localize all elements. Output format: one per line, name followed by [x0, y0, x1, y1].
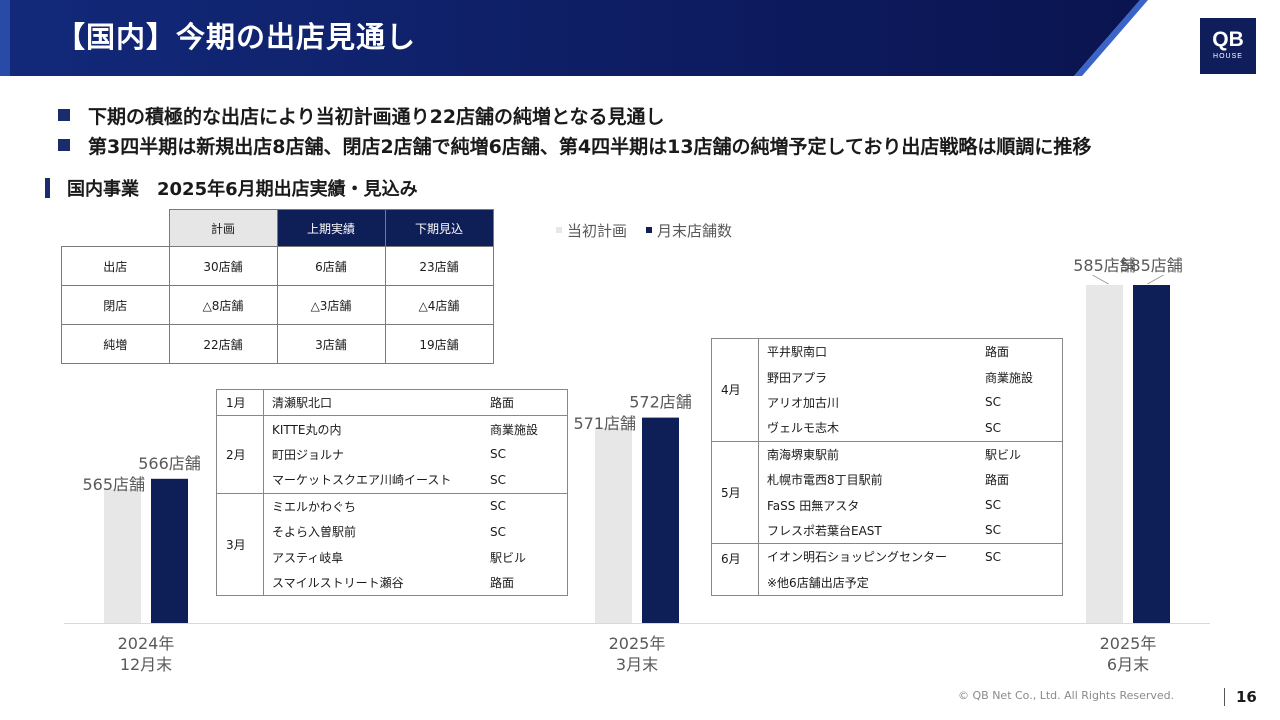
category-label: 6月末: [1107, 655, 1149, 674]
copyright: © QB Net Co., Ltd. All Rights Reserved.: [958, 689, 1175, 702]
store-count-chart: 当初計画 月末店舗数 565店舗 566店舗 2024年 12月末 571店舗 572店舗 20…: [64, 222, 1210, 674]
data-label: 571店舗: [573, 414, 636, 433]
store-row: フレスポ若葉台EAST SC: [712, 518, 1063, 544]
store-name: イオン明石ショッピングセンター: [758, 543, 977, 570]
page-number: 16: [1236, 688, 1257, 706]
store-name: ヴェルモ志木: [767, 421, 840, 436]
category-label: 12月末: [120, 655, 172, 674]
legend-swatch: [556, 227, 562, 233]
month-cell: 6月: [711, 543, 759, 596]
legend-swatch: [646, 227, 652, 233]
bar-initial-plan: [104, 489, 141, 623]
store-row: 1月 清瀬駅北口 路面: [216, 389, 568, 416]
store-name: 町田ジョルナ: [272, 447, 345, 462]
store-type: 駅ビル: [490, 550, 527, 565]
store-type: 路面: [490, 575, 515, 590]
store-row: アスティ岐阜 駅ビル: [217, 544, 568, 569]
store-row: 札幌市電西8丁目駅前 路面: [712, 467, 1063, 492]
store-name: 札幌市電西8丁目駅前: [767, 473, 883, 488]
legend-label: 当初計画: [567, 222, 627, 240]
store-name: 平井駅南口: [767, 345, 828, 360]
category-label: 3月末: [616, 655, 658, 674]
store-row: 町田ジョルナ SC: [217, 442, 568, 467]
store-name: マーケットスクエア川崎イースト: [272, 473, 452, 488]
store-row: 3月 ミエルかわぐち SC: [216, 492, 568, 596]
legend-label: 月末店舗数: [657, 222, 732, 240]
store-row: ※他6店舗出店予定: [712, 570, 1063, 596]
store-row: マーケットスクエア川崎イースト SC: [217, 467, 568, 493]
store-type: SC: [985, 420, 1001, 435]
store-type: SC: [490, 524, 506, 539]
month-cell: 1月: [216, 389, 264, 416]
q3-store-list: 1月 清瀬駅北口 路面 2月 KITTE丸の内 商業施設 町田ジョルナ SC マ…: [216, 389, 568, 597]
store-name: FaSS 田無アスタ: [767, 498, 860, 513]
store-type: SC: [985, 523, 1001, 538]
store-name: 南海堺東駅前: [758, 440, 977, 467]
bar-initial-plan: [595, 427, 632, 623]
footer-divider: [1224, 688, 1225, 706]
bar-month-end-count: [1133, 285, 1170, 623]
store-type: SC: [490, 472, 506, 487]
month-cell: 4月: [711, 338, 759, 442]
store-name: アリオ加古川: [767, 395, 840, 410]
store-type: SC: [482, 492, 568, 519]
store-name: 清瀬駅北口: [272, 396, 333, 411]
category-label: 2025年: [609, 634, 666, 653]
store-row: 4月 平井駅南口 路面: [711, 338, 1063, 442]
store-name: フレスポ若葉台EAST: [767, 523, 882, 538]
store-row: 2月 KITTE丸の内 商業施設: [216, 415, 568, 494]
store-row: FaSS 田無アスタ SC: [712, 492, 1063, 517]
store-type: 路面: [985, 473, 1010, 488]
store-name: スマイルストリート瀬谷: [272, 575, 404, 590]
bar-month-end-count: [151, 478, 188, 623]
q4-store-list: 4月 平井駅南口 路面 野田アプラ 商業施設 アリオ加古川 SC ヴェルモ志木 …: [711, 338, 1063, 596]
month-cell: 5月: [711, 440, 759, 544]
store-name: アスティ岐阜: [272, 550, 344, 565]
data-label-leader: [1092, 274, 1109, 285]
store-name: そよら入曽駅前: [272, 525, 357, 540]
data-label-leader: [1147, 274, 1164, 285]
store-type: 商業施設: [985, 370, 1034, 385]
data-label: 572店舗: [629, 393, 692, 412]
store-row: ヴェルモ志木 SC: [712, 415, 1063, 441]
category-label: 2025年: [1100, 634, 1157, 653]
store-note: ※他6店舗出店予定: [767, 575, 869, 590]
data-label: 566店舗: [138, 454, 201, 473]
bar-month-end-count: [642, 417, 679, 623]
store-type: 駅ビル: [977, 440, 1063, 467]
store-name: ミエルかわぐち: [263, 492, 482, 519]
store-row: 6月 イオン明石ショッピングセンター SC: [711, 543, 1063, 596]
store-name: KITTE丸の内: [263, 415, 482, 442]
store-type: 路面: [490, 396, 515, 411]
month-cell: 3月: [216, 492, 264, 596]
store-row: そよら入曽駅前 SC: [217, 519, 568, 544]
store-type: SC: [985, 395, 1001, 410]
store-row: アリオ加古川 SC: [712, 390, 1063, 415]
bar-initial-plan: [1086, 285, 1123, 623]
store-type: 路面: [985, 345, 1010, 360]
data-label: 585店舗: [1120, 256, 1183, 275]
store-row: スマイルストリート瀬谷 路面: [217, 570, 568, 596]
store-type: SC: [490, 447, 506, 462]
store-type: SC: [977, 543, 1063, 570]
store-row: 5月 南海堺東駅前 駅ビル: [711, 440, 1063, 544]
month-cell: 2月: [216, 415, 264, 494]
store-name: 野田アプラ: [767, 370, 828, 385]
category-label: 2024年: [118, 634, 175, 653]
store-type: 商業施設: [482, 415, 568, 442]
store-type: SC: [985, 498, 1001, 513]
data-label: 565店舗: [82, 475, 145, 494]
store-row: 野田アプラ 商業施設: [712, 364, 1063, 389]
